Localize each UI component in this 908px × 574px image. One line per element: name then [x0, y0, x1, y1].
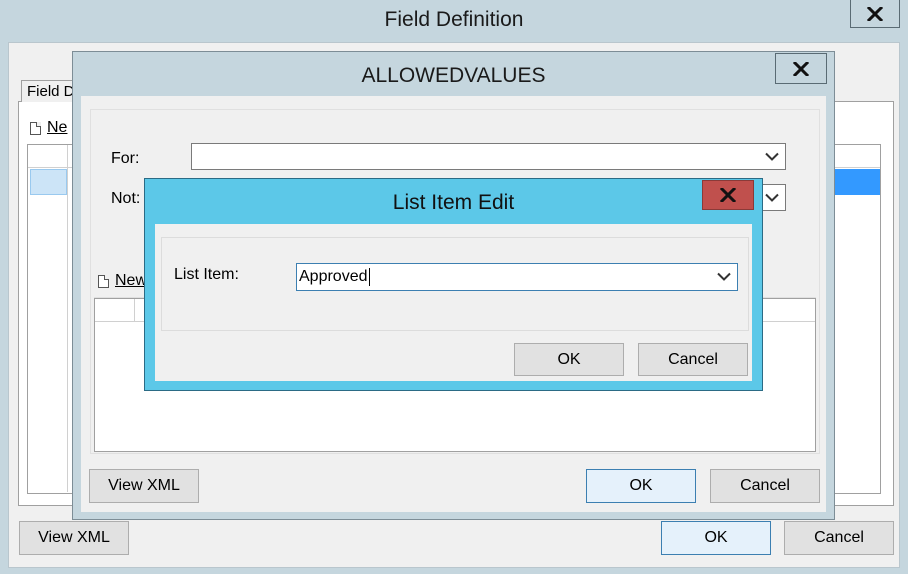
list-item-edit-ok-button[interactable]: OK	[514, 343, 624, 376]
close-icon	[793, 61, 809, 76]
list-item-combobox[interactable]: Approved	[296, 263, 738, 291]
field-definition-new-label: Ne	[47, 119, 68, 136]
list-item-value: Approved	[299, 268, 368, 286]
not-label: Not:	[111, 190, 141, 207]
list-item-edit-title: List Item Edit	[392, 191, 515, 214]
field-definition-new-button[interactable]: Ne	[30, 119, 67, 137]
field-definition-ok-button[interactable]: OK	[661, 521, 771, 555]
close-icon	[867, 6, 883, 21]
list-item-edit-dialog: List Item Edit List Item: Approved OK Ca…	[144, 178, 763, 391]
for-label: For:	[111, 150, 140, 167]
allowed-values-view-xml-button[interactable]: View XML	[89, 469, 199, 503]
allowed-values-ok-button[interactable]: OK	[586, 469, 696, 503]
field-definition-grid-row-header	[28, 145, 68, 492]
list-item-edit-close-button[interactable]	[702, 180, 754, 210]
new-document-icon	[30, 121, 41, 135]
chevron-down-icon[interactable]	[765, 193, 779, 202]
allowed-values-close-button[interactable]	[775, 53, 827, 84]
chevron-down-icon[interactable]	[765, 152, 779, 161]
for-combobox[interactable]	[191, 143, 786, 170]
field-definition-view-xml-button[interactable]: View XML	[19, 521, 129, 555]
allowed-values-new-label: New	[115, 272, 148, 289]
allowed-values-cancel-button[interactable]: Cancel	[710, 469, 820, 503]
allowed-values-title: ALLOWEDVALUES	[361, 64, 546, 87]
field-definition-cancel-button[interactable]: Cancel	[784, 521, 894, 555]
allowed-values-grid-row-header	[95, 299, 135, 322]
text-cursor	[368, 268, 370, 286]
table-row-selector[interactable]	[30, 169, 67, 195]
close-icon	[720, 188, 736, 202]
field-definition-close-button[interactable]	[850, 0, 900, 28]
new-document-icon	[98, 274, 109, 288]
list-item-value-wrap: Approved	[299, 268, 370, 286]
list-item-edit-cancel-button[interactable]: Cancel	[638, 343, 748, 376]
allowed-values-new-button[interactable]: New	[98, 272, 147, 290]
chevron-down-icon[interactable]	[717, 272, 731, 282]
field-definition-title: Field Definition	[384, 8, 524, 31]
list-item-label: List Item:	[174, 266, 239, 283]
